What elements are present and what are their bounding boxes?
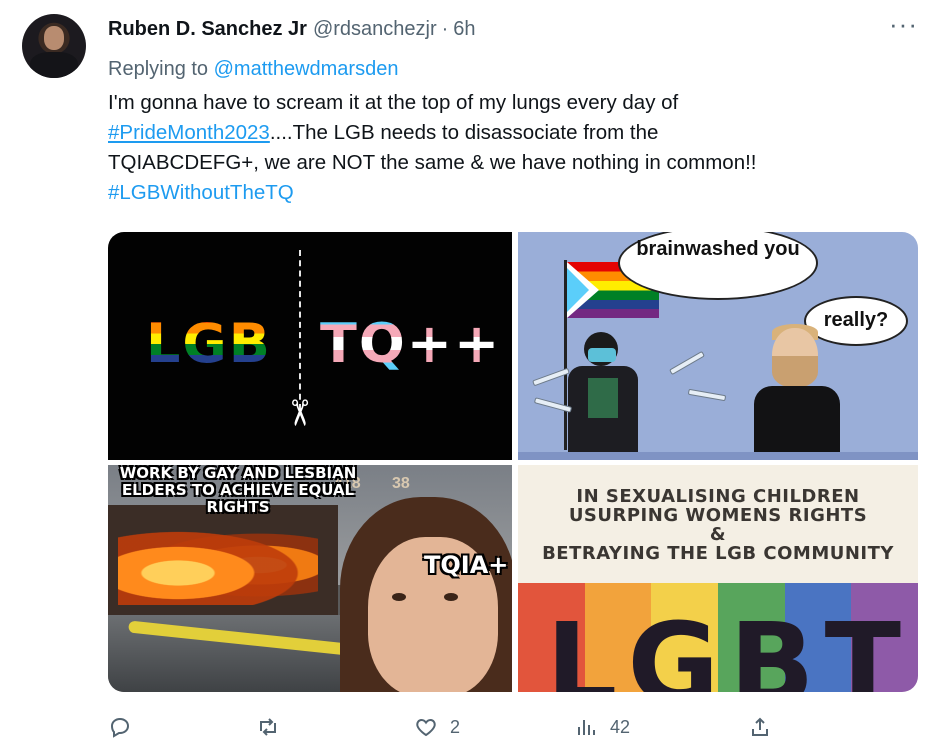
tqia-label: TQIA+ — [424, 551, 509, 579]
meme-caption: WORK BY GAY AND LESBIAN ELDERS TO ACHIEV… — [119, 465, 357, 516]
caption-line: BETRAYING THE LGB COMMUNITY — [542, 543, 894, 564]
views-button[interactable]: 42 — [574, 712, 630, 742]
girl-eye — [392, 593, 406, 601]
ground — [518, 452, 918, 460]
avatar-face — [44, 26, 64, 50]
tweet-text-line2-rest: ....The LGB needs to disassociate from t… — [269, 121, 659, 144]
author-handle[interactable]: @rdsanchezjr — [313, 18, 437, 41]
like-count: 2 — [450, 716, 461, 737]
share-icon — [752, 717, 768, 736]
views-count: 42 — [610, 716, 631, 737]
tq-text: TQ++ — [320, 312, 502, 375]
hashtag-pridemonth[interactable]: #PrideMonth2023 — [108, 121, 270, 144]
house-number: 38 — [392, 475, 410, 492]
tweet-text-line1: I'm gonna have to scream it at the top o… — [108, 91, 679, 114]
author-name[interactable]: Ruben D. Sanchez Jr — [108, 18, 307, 41]
replying-to: Replying to @matthewdmarsden — [108, 58, 398, 81]
hashtag-lgbwithoutthetq[interactable]: #LGBWithoutTheTQ — [108, 178, 908, 208]
action-bar: 2 42 — [108, 712, 788, 746]
media-grid: LGB TQ++ ✂ brainwashed you really? 418 3… — [108, 232, 918, 692]
tweet-header: Ruben D. Sanchez Jr @rdsanchezjr · 6h — [108, 18, 476, 41]
lgb-text: LGB — [146, 312, 272, 375]
reply-icon — [110, 717, 130, 738]
more-options-icon[interactable]: ··· — [889, 11, 918, 37]
views-icon — [578, 720, 595, 735]
caption-line: USURPING WOMENS RIGHTS — [568, 505, 868, 526]
timestamp[interactable]: 6h — [453, 18, 475, 41]
media-image-1[interactable]: LGB TQ++ ✂ — [108, 232, 512, 460]
syringe — [669, 350, 705, 376]
masked-figure — [548, 332, 648, 460]
media-image-4[interactable]: IN SEXUALISING CHILDREN USURPING WOMENS … — [518, 465, 918, 692]
retweet-icon — [260, 718, 276, 736]
figure-vest — [588, 378, 618, 418]
dashed-cut-line — [299, 250, 301, 410]
avatar[interactable] — [22, 14, 86, 78]
scissors-icon: ✂ — [279, 397, 321, 429]
tweet-text-line2: #PrideMonth2023....The LGB needs to disa… — [108, 118, 908, 148]
replying-prefix: Replying to — [108, 58, 214, 80]
fire — [118, 525, 318, 605]
bearded-figure — [754, 324, 844, 460]
media-image-3[interactable]: 418 38 WORK BY GAY AND LESBIAN ELDERS TO… — [108, 465, 512, 692]
figure-beard — [772, 356, 818, 388]
face-mask — [588, 348, 616, 362]
heart-icon — [416, 718, 436, 737]
reply-button[interactable] — [108, 712, 144, 742]
girl-figure — [340, 497, 512, 692]
replying-to-link[interactable]: @matthewdmarsden — [214, 58, 399, 80]
girl-eye — [444, 593, 458, 601]
tweet-text-line3: TQIABCDEFG+, we are NOT the same & we ha… — [108, 151, 757, 174]
share-button[interactable] — [748, 712, 784, 742]
separator-dot: · — [441, 18, 449, 40]
flag-chevron-inner — [567, 268, 589, 312]
meme-caption: IN SEXUALISING CHILDREN USURPING WOMENS … — [518, 487, 918, 563]
caption-line: & — [709, 524, 727, 545]
tweet-text: I'm gonna have to scream it at the top o… — [108, 88, 908, 208]
figure-body — [754, 386, 840, 460]
syringe — [687, 388, 727, 402]
avatar-suit — [30, 52, 78, 78]
media-image-2[interactable]: brainwashed you really? — [518, 232, 918, 460]
like-button[interactable]: 2 — [414, 712, 460, 742]
retweet-button[interactable] — [256, 712, 292, 742]
lgbt-text: LGBT — [546, 600, 912, 692]
caption-line: IN SEXUALISING CHILDREN — [576, 486, 860, 507]
